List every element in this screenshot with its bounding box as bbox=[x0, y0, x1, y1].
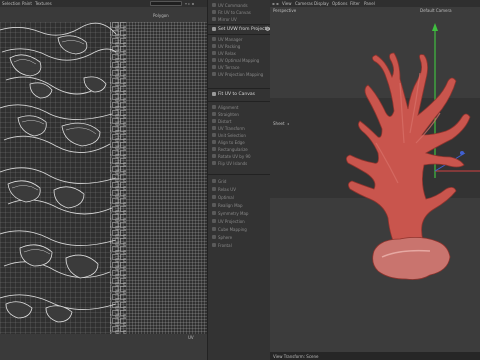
uv-menubar: Selection Paint Textures Polygon ▾ ▸ ▪ bbox=[0, 0, 207, 18]
command-icon bbox=[212, 147, 216, 151]
palette-item[interactable]: Optimal bbox=[210, 194, 268, 201]
menu-panel[interactable]: Panel bbox=[364, 1, 375, 6]
palette-item[interactable]: UV Transform bbox=[210, 125, 268, 132]
command-icon bbox=[212, 37, 216, 41]
palette-item[interactable]: Fit UV to Canvas bbox=[210, 9, 268, 16]
viewport-icons[interactable]: ▪ ▪ bbox=[272, 1, 279, 6]
palette-item[interactable]: Rectangularize bbox=[210, 146, 268, 153]
menu-paint[interactable]: Paint bbox=[22, 1, 32, 6]
palette-item[interactable]: UV Projection bbox=[210, 218, 268, 225]
uv-corner-label: UV bbox=[188, 335, 194, 340]
command-icon bbox=[212, 133, 216, 137]
command-icon bbox=[212, 44, 216, 48]
palette-item[interactable]: UV Relax bbox=[210, 50, 268, 57]
palette-item[interactable]: UV Packing bbox=[210, 43, 268, 50]
palette-item[interactable]: Alignment bbox=[210, 104, 268, 111]
command-icon bbox=[212, 17, 216, 21]
palette-item[interactable]: Rotate UV by 90 bbox=[210, 153, 268, 160]
viewport-menubar: ▪ ▪ View Cameras Display Options Filter … bbox=[270, 0, 480, 7]
command-icon bbox=[212, 112, 216, 116]
palette-item[interactable]: Unit Selection bbox=[210, 132, 268, 139]
viewport-3d[interactable]: ▪ ▪ View Cameras Display Options Filter … bbox=[270, 0, 480, 360]
command-icon bbox=[212, 179, 216, 183]
palette-item[interactable]: Realign Map bbox=[210, 202, 268, 209]
view-transform-label: View Transform: Scene bbox=[273, 354, 319, 359]
command-icon bbox=[212, 203, 216, 207]
uv-mode-value: Polygon bbox=[153, 13, 169, 18]
uv-editor-panel: Selection Paint Textures Polygon ▾ ▸ ▪ U… bbox=[0, 0, 207, 360]
palette-item[interactable]: Symmetry Map bbox=[210, 210, 268, 217]
palette-item[interactable]: Flip UV Islands bbox=[210, 160, 268, 167]
command-icon bbox=[212, 119, 216, 123]
command-icon bbox=[212, 51, 216, 55]
palette-item[interactable]: Sphere bbox=[210, 234, 268, 241]
palette-item[interactable]: UV Commands bbox=[210, 2, 268, 9]
command-icon bbox=[212, 195, 216, 199]
menu-cameras[interactable]: Cameras bbox=[295, 1, 313, 6]
menu-view[interactable]: View bbox=[282, 1, 292, 6]
command-icon bbox=[212, 161, 216, 165]
uv-menubar-icons[interactable]: ▾ ▸ ▪ bbox=[185, 1, 194, 6]
palette-divider bbox=[208, 101, 271, 102]
command-icon bbox=[212, 105, 216, 109]
palette-item[interactable]: Align to Edge bbox=[210, 139, 268, 146]
palette-item[interactable]: UV Optimal Mapping bbox=[210, 57, 268, 64]
uv-command-palette: UV Commands Fit UV to Canvas Mirror UV S… bbox=[207, 0, 273, 360]
sheet-marker: Sheet ◂ bbox=[270, 120, 480, 127]
command-icon bbox=[212, 72, 216, 76]
sheet-toggle-icon[interactable]: ◂ bbox=[287, 121, 289, 126]
viewport-scene[interactable] bbox=[270, 13, 480, 352]
palette-divider bbox=[208, 88, 271, 89]
command-icon bbox=[212, 126, 216, 130]
menu-textures[interactable]: Textures bbox=[35, 1, 52, 6]
command-icon bbox=[212, 140, 216, 144]
palette-divider bbox=[208, 34, 271, 35]
menu-options[interactable]: Options bbox=[332, 1, 347, 6]
palette-item[interactable]: UV Terrace bbox=[210, 64, 268, 71]
command-icon bbox=[212, 187, 216, 191]
command-icon bbox=[212, 243, 216, 247]
palette-item[interactable]: Relax UV bbox=[210, 186, 268, 193]
palette-item[interactable]: UV Manager bbox=[210, 36, 268, 43]
command-icon bbox=[212, 235, 216, 239]
uv-canvas[interactable] bbox=[0, 22, 207, 334]
coral-model[interactable] bbox=[346, 52, 471, 280]
palette-item[interactable]: Distort bbox=[210, 118, 268, 125]
sheet-label: Sheet bbox=[273, 121, 285, 126]
command-icon bbox=[212, 58, 216, 62]
command-icon bbox=[212, 211, 216, 215]
command-icon bbox=[212, 65, 216, 69]
menu-selection[interactable]: Selection bbox=[2, 1, 20, 6]
command-icon bbox=[212, 10, 216, 14]
menu-display[interactable]: Display bbox=[314, 1, 329, 6]
palette-item[interactable]: Straighten bbox=[210, 111, 268, 118]
palette-item[interactable]: Cube Mapping bbox=[210, 226, 268, 233]
command-icon bbox=[212, 154, 216, 158]
palette-divider bbox=[208, 174, 271, 175]
y-axis-arrow-icon bbox=[432, 23, 438, 31]
command-icon bbox=[212, 219, 216, 223]
palette-item[interactable]: Grid bbox=[210, 178, 268, 185]
palette-item[interactable]: Mirror UV bbox=[210, 16, 268, 23]
palette-item[interactable]: Frontal bbox=[210, 242, 268, 249]
palette-divider bbox=[208, 24, 271, 25]
palette-item[interactable]: UV Projection Mapping bbox=[210, 71, 268, 78]
command-icon bbox=[212, 92, 216, 96]
palette-item-set-uvw[interactable]: Set UVW from Projection bbox=[210, 26, 273, 33]
uv-mesh[interactable] bbox=[0, 22, 207, 334]
command-icon bbox=[212, 227, 216, 231]
uv-mode-dropdown[interactable]: Polygon bbox=[150, 1, 182, 18]
menu-filter[interactable]: Filter bbox=[350, 1, 360, 6]
command-icon bbox=[212, 27, 216, 31]
command-icon bbox=[212, 3, 216, 7]
palette-item-fit-uv[interactable]: Fit UV to Canvas bbox=[210, 91, 268, 98]
viewport-footer: View Transform: Scene bbox=[270, 352, 480, 360]
